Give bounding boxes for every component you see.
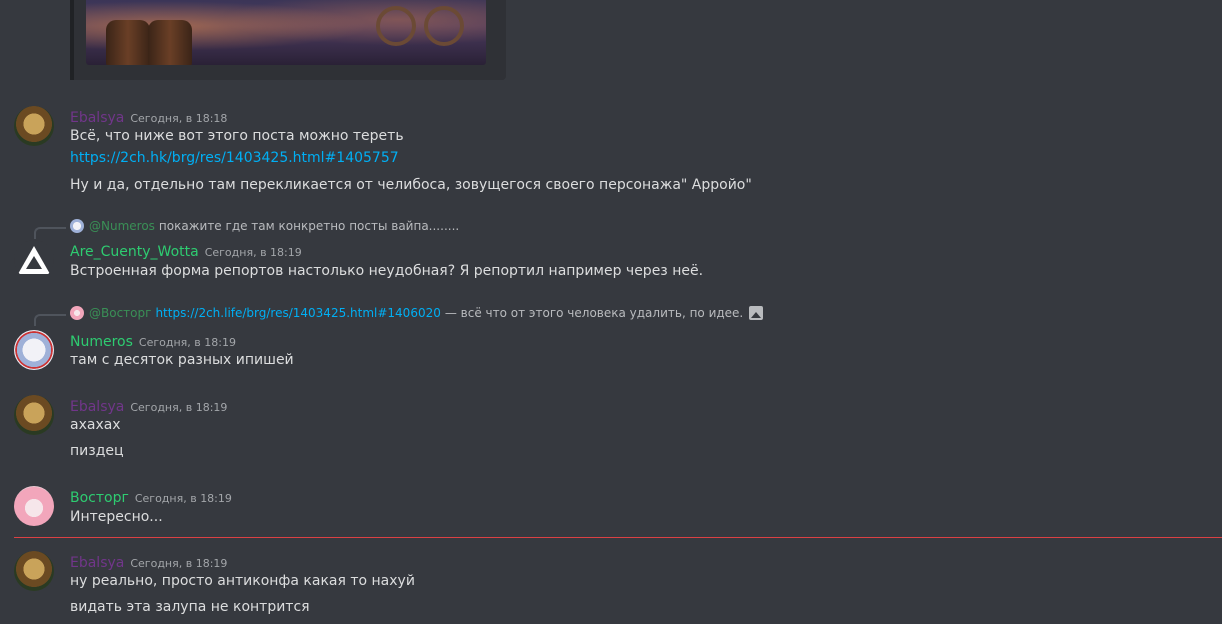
username[interactable]: Ebalsya — [70, 555, 124, 571]
reply-avatar — [70, 219, 84, 233]
reply-preview[interactable]: @Numeros покажите где там конкретно пост… — [70, 219, 459, 233]
message-header: Are_Cuenty_Wotta Сегодня, в 18:19 — [70, 241, 302, 260]
username[interactable]: Numeros — [70, 334, 133, 350]
image-wagon-wheel — [376, 6, 416, 46]
username[interactable]: Ebalsya — [70, 110, 124, 126]
triangle-logo-icon — [18, 246, 50, 274]
message-text: Ну и да, отдельно там перекликается от ч… — [70, 177, 752, 193]
message-link[interactable]: https://2ch.hk/brg/res/1403425.html#1405… — [70, 150, 399, 166]
avatar[interactable] — [14, 240, 54, 280]
message-text: ахахах — [70, 417, 121, 433]
timestamp: Сегодня, в 18:19 — [130, 401, 228, 414]
message-header: Ebalsya Сегодня, в 18:19 — [70, 396, 227, 415]
reply-spine — [34, 227, 66, 239]
avatar[interactable] — [14, 106, 54, 146]
message-text: Встроенная форма репортов настолько неуд… — [70, 263, 704, 279]
message-header: Numeros Сегодня, в 18:19 — [70, 331, 236, 350]
timestamp: Сегодня, в 18:18 — [130, 112, 228, 125]
timestamp: Сегодня, в 18:19 — [134, 492, 232, 505]
avatar[interactable] — [14, 330, 54, 370]
embedded-image[interactable] — [86, 0, 486, 65]
username[interactable]: Are_Cuenty_Wotta — [70, 244, 199, 260]
message-header: Ebalsya Сегодня, в 18:18 — [70, 107, 227, 126]
reply-avatar — [70, 306, 84, 320]
message-text: там с десяток разных ипишей — [70, 352, 294, 368]
avatar[interactable] — [14, 486, 54, 526]
avatar[interactable] — [14, 395, 54, 435]
username[interactable]: Ebalsya — [70, 399, 124, 415]
timestamp: Сегодня, в 18:19 — [130, 557, 228, 570]
reply-text: покажите где там конкретно посты вайпа..… — [158, 219, 460, 233]
image-barrel — [106, 20, 150, 65]
image-barrel — [148, 20, 192, 65]
reply-mention[interactable]: @Восторг — [89, 306, 151, 320]
reply-mention[interactable]: @Numeros — [89, 219, 155, 233]
timestamp: Сегодня, в 18:19 — [204, 246, 302, 259]
message-text: пиздец — [70, 443, 124, 459]
message-text: ну реально, просто антиконфа какая то на… — [70, 573, 415, 589]
reply-link[interactable]: https://2ch.life/brg/res/1403425.html#14… — [155, 306, 440, 320]
timestamp: Сегодня, в 18:19 — [138, 336, 236, 349]
message-header: Восторг Сегодня, в 18:19 — [70, 487, 232, 506]
message-text: Всё, что ниже вот этого поста можно тере… — [70, 128, 404, 144]
reply-text: — всё что от этого человека удалить, по … — [444, 306, 744, 320]
message-header: Ebalsya Сегодня, в 18:19 — [70, 552, 227, 571]
username[interactable]: Восторг — [70, 490, 129, 506]
reply-spine — [34, 314, 66, 326]
image-icon — [749, 306, 764, 320]
image-embed — [70, 0, 506, 80]
avatar[interactable] — [14, 551, 54, 591]
new-messages-divider — [14, 537, 1222, 538]
reply-preview[interactable]: @Восторг https://2ch.life/brg/res/140342… — [70, 306, 764, 320]
message-text: Интересно... — [70, 509, 163, 525]
image-wagon-wheel — [424, 6, 464, 46]
message-text: видать эта залупа не контрится — [70, 599, 310, 615]
